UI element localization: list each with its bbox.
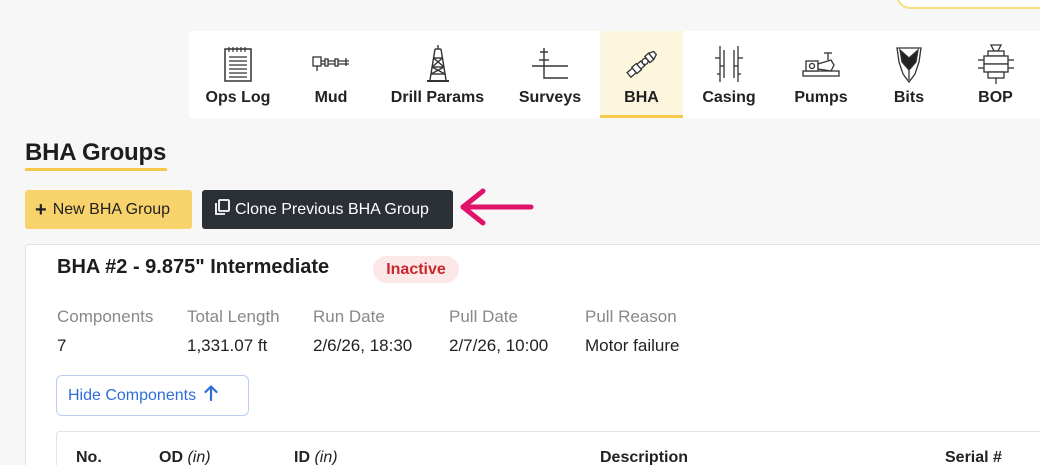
clone-previous-bha-group-label: Clone Previous BHA Group <box>235 200 429 218</box>
meta-value-pull-date: 2/7/26, 10:00 <box>449 336 549 355</box>
mud-icon <box>311 43 351 85</box>
tab-bop[interactable]: BOP <box>951 31 1040 118</box>
tab-ops-log[interactable]: Ops Log <box>189 31 287 118</box>
bha-icon <box>622 43 662 85</box>
new-bha-group-button[interactable]: + New BHA Group <box>25 190 192 229</box>
pump-icon <box>801 43 841 85</box>
tab-bha[interactable]: BHA <box>600 31 683 118</box>
clone-previous-bha-group-button[interactable]: Clone Previous BHA Group <box>202 190 453 229</box>
hide-components-label: Hide Components <box>68 386 197 404</box>
tab-bits[interactable]: Bits <box>867 31 951 118</box>
column-header-description: Description <box>600 449 689 465</box>
tab-casing[interactable]: Casing <box>683 31 775 118</box>
meta-label-run-date: Run Date <box>313 307 385 326</box>
meta-label-pull-date: Pull Date <box>449 307 518 326</box>
meta-label-pull-reason: Pull Reason <box>585 307 677 326</box>
tab-label: BHA <box>624 89 659 106</box>
column-header-serial: Serial # <box>945 449 1002 465</box>
meta-label-total-length: Total Length <box>187 307 280 326</box>
module-tab-bar: Ops Log Mud Drill Params Surveys BHA Cas… <box>189 31 1040 118</box>
tab-label: Mud <box>314 89 348 106</box>
tab-label: Pumps <box>794 89 848 106</box>
tab-label: Ops Log <box>205 89 271 106</box>
title-underline <box>25 168 167 171</box>
meta-value-pull-reason: Motor failure <box>585 336 680 355</box>
hide-components-button[interactable]: Hide Components <box>56 375 249 416</box>
meta-value-run-date: 2/6/26, 18:30 <box>313 336 413 355</box>
copy-icon <box>213 198 231 221</box>
page-title: BHA Groups <box>25 139 167 166</box>
casing-icon <box>709 43 749 85</box>
plus-icon: + <box>35 198 47 221</box>
column-header-no: No. <box>76 449 102 465</box>
tab-label: Drill Params <box>390 89 485 106</box>
tab-label: BOP <box>978 89 1013 106</box>
ops-log-icon <box>218 43 258 85</box>
top-right-pill[interactable] <box>896 0 1040 9</box>
meta-value-components: 7 <box>57 336 67 355</box>
bop-icon <box>976 43 1016 85</box>
tab-label: Casing <box>702 89 756 106</box>
tab-label: Bits <box>893 89 925 106</box>
bha-title: BHA #2 - 9.875" Intermediate <box>57 256 330 278</box>
new-bha-group-label: New BHA Group <box>52 200 171 218</box>
meta-value-total-length: 1,331.07 ft <box>187 336 268 355</box>
tab-label: Surveys <box>518 89 582 106</box>
column-header-id: ID (in) <box>294 449 338 465</box>
drill-rig-icon <box>418 43 458 85</box>
tab-mud[interactable]: Mud <box>287 31 375 118</box>
survey-icon <box>530 43 570 85</box>
bit-icon <box>889 43 929 85</box>
tab-pumps[interactable]: Pumps <box>775 31 867 118</box>
status-badge: Inactive <box>373 256 459 283</box>
tab-surveys[interactable]: Surveys <box>500 31 600 118</box>
meta-label-components: Components <box>57 307 154 326</box>
column-header-od: OD (in) <box>159 449 211 465</box>
arrow-up-icon <box>204 385 218 406</box>
pointer-arrow-icon <box>455 186 537 235</box>
tab-drill-params[interactable]: Drill Params <box>375 31 500 118</box>
